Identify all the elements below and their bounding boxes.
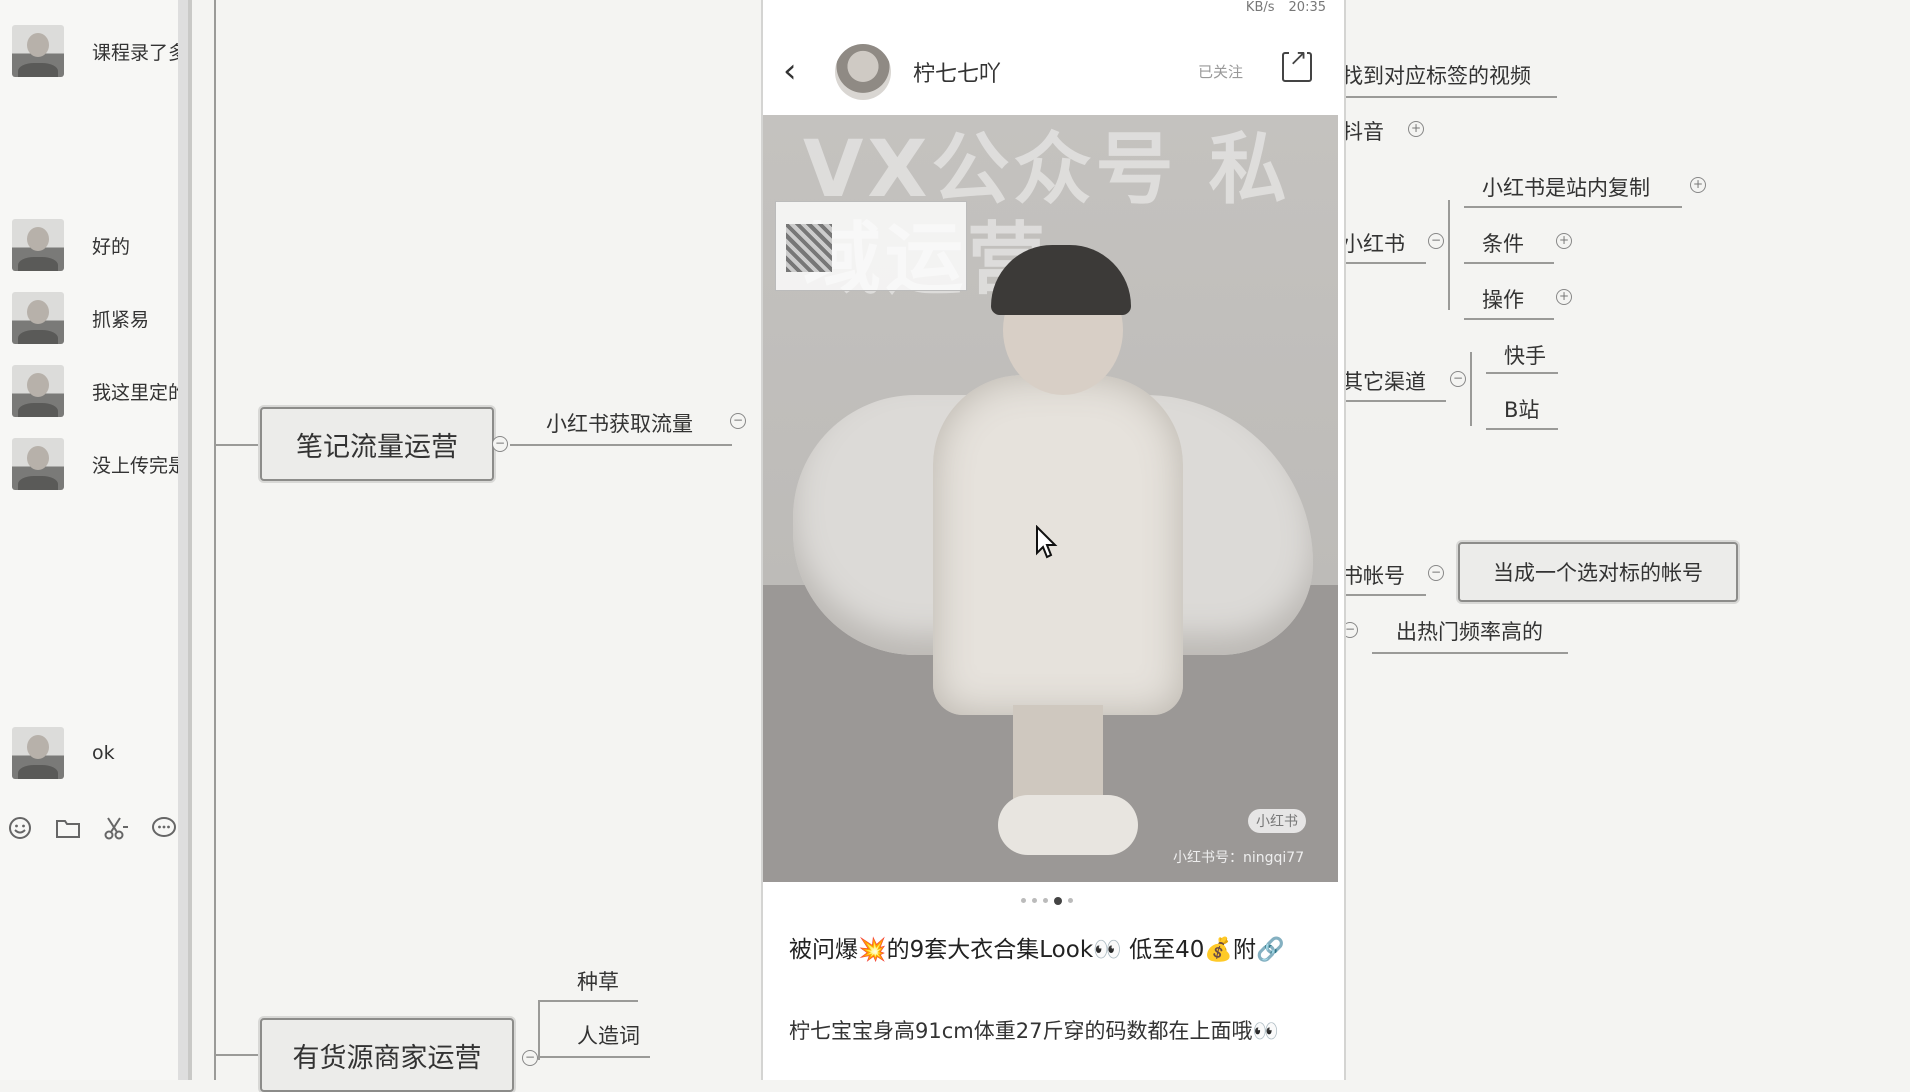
user-id-label: 小红书号：ningqi77 [1173, 850, 1305, 866]
photo-child-shoes [998, 795, 1138, 855]
chat-message-text: 没上传完是 [92, 454, 188, 477]
collapse-toggle[interactable]: − [1450, 371, 1466, 387]
brand-badge: 小红书 [1248, 809, 1306, 833]
mouse-cursor-icon [1035, 524, 1059, 566]
smile-icon[interactable] [6, 814, 34, 842]
node-conditions[interactable]: 条件 [1482, 228, 1524, 258]
connector-line [1470, 352, 1472, 426]
avatar [12, 365, 64, 417]
note-header: ‹ 柠七七吖 已关注 [763, 44, 1344, 100]
note-body: 柠七宝宝身高91cm体重27斤穿的码数都在上面哦👀 [789, 1019, 1279, 1043]
avatar [12, 727, 64, 779]
node-underline [532, 444, 732, 446]
node-douyin[interactable]: 抖音 [1342, 116, 1384, 146]
topic-merchant-ops[interactable]: 有货源商家运营 [260, 1018, 514, 1092]
chat-message[interactable]: 课程录了多 [12, 24, 188, 78]
avatar [12, 219, 64, 271]
follow-button[interactable]: 已关注 [1198, 61, 1243, 82]
avatar [12, 292, 64, 344]
carousel-dot[interactable] [1021, 898, 1026, 903]
chat-bubble-icon[interactable] [150, 814, 178, 842]
author-avatar[interactable] [835, 44, 891, 100]
node-operations[interactable]: 操作 [1482, 284, 1524, 314]
node-underline [538, 1000, 638, 1002]
connector-line [1448, 200, 1450, 310]
share-icon[interactable] [1282, 46, 1312, 82]
back-icon[interactable]: ‹ [783, 54, 797, 88]
expand-toggle[interactable]: + [1556, 233, 1572, 249]
qr-code-icon [786, 224, 832, 272]
node-underline [1342, 594, 1426, 596]
node-underline [1464, 262, 1554, 264]
node-other-channels[interactable]: 其它渠道 [1342, 366, 1426, 396]
chat-message[interactable]: 我这里定的 [12, 364, 188, 418]
node-label: 当成一个选对标的帐号 [1493, 561, 1703, 585]
status-time: 20:35 [1288, 0, 1326, 15]
node-underline [1372, 652, 1568, 654]
chat-message[interactable]: 抓紧易 [12, 291, 188, 345]
node-underline [538, 1056, 650, 1058]
scissors-icon[interactable] [102, 814, 130, 842]
node-underline [1342, 400, 1446, 402]
node-coined-words[interactable]: 人造词 [577, 1020, 640, 1050]
carousel-dot[interactable] [1068, 898, 1073, 903]
status-bar: KB/s 20:35 [1246, 0, 1326, 15]
node-bilibili[interactable]: B站 [1504, 394, 1539, 424]
connector-line [214, 444, 260, 446]
collapse-toggle[interactable]: − [1428, 565, 1444, 581]
network-speed: KB/s [1245, 0, 1275, 15]
node-seeding[interactable]: 种草 [577, 966, 619, 996]
connector-line [214, 0, 216, 1080]
carousel-dot-active[interactable] [1054, 897, 1062, 905]
collapse-toggle[interactable]: − [1428, 233, 1444, 249]
node-hot-frequency[interactable]: 出热门频率高的 [1396, 616, 1543, 646]
node-underline [1486, 372, 1558, 374]
topic-label: 笔记流量运营 [296, 431, 458, 463]
node-account[interactable]: 书帐号 [1342, 560, 1405, 590]
topic-notes-traffic[interactable]: 笔记流量运营 [260, 407, 494, 481]
chat-panel: 课程录了多 好的 抓紧易 我这里定的 没上传完是 ok [0, 0, 192, 1080]
expand-toggle[interactable]: + [1408, 121, 1424, 137]
connector-line [214, 1054, 260, 1056]
chat-scrollbar[interactable] [178, 0, 188, 1080]
collapse-toggle[interactable]: − [730, 413, 746, 429]
avatar [12, 25, 64, 77]
chat-toolbar [6, 814, 178, 842]
node-xiaohongshu[interactable]: 小红书 [1342, 228, 1405, 258]
topic-label: 有货源商家运营 [292, 1042, 482, 1074]
chat-message-text: 我这里定的 [92, 381, 188, 404]
node-underline [1486, 428, 1558, 430]
note-title: 被问爆💥的9套大衣合集Look👀 低至40💰附🔗 [789, 937, 1285, 963]
collapse-toggle[interactable]: − [492, 436, 508, 452]
author-name[interactable]: 柠七七吖 [913, 56, 1001, 88]
node-underline [1464, 318, 1554, 320]
note-image[interactable]: VX公众号 私域运营 小红书 小红书号：ningqi77 [763, 115, 1338, 882]
node-kuaishou[interactable]: 快手 [1504, 340, 1546, 370]
carousel-dot[interactable] [1032, 898, 1037, 903]
folder-icon[interactable] [54, 814, 82, 842]
node-underline [1342, 262, 1426, 264]
node-benchmark-account[interactable]: 当成一个选对标的帐号 [1458, 542, 1738, 602]
expand-toggle[interactable]: + [1556, 289, 1572, 305]
node-find-tag-videos[interactable]: 找到对应标签的视频 [1342, 60, 1531, 90]
node-underline [1342, 96, 1557, 98]
carousel-dot[interactable] [1043, 898, 1048, 903]
carousel-indicator[interactable] [1021, 897, 1073, 905]
chat-message-text: ok [92, 742, 115, 764]
chat-message[interactable]: 没上传完是 [12, 437, 188, 491]
node-xhs-copy[interactable]: 小红书是站内复制 [1482, 172, 1650, 202]
connector-line [538, 1000, 540, 1060]
chat-message-text: 课程录了多 [92, 41, 188, 64]
node-underline [1464, 206, 1682, 208]
chat-message-text: 好的 [92, 235, 131, 258]
chat-message[interactable]: 好的 [12, 218, 188, 272]
avatar [12, 438, 64, 490]
chat-message-text: 抓紧易 [92, 308, 150, 331]
collapse-toggle[interactable]: − [522, 1050, 538, 1066]
chat-message[interactable]: ok [12, 726, 188, 780]
node-xhs-traffic[interactable]: 小红书获取流量 [546, 408, 693, 438]
qr-card [775, 201, 967, 291]
expand-toggle[interactable]: + [1690, 177, 1706, 193]
